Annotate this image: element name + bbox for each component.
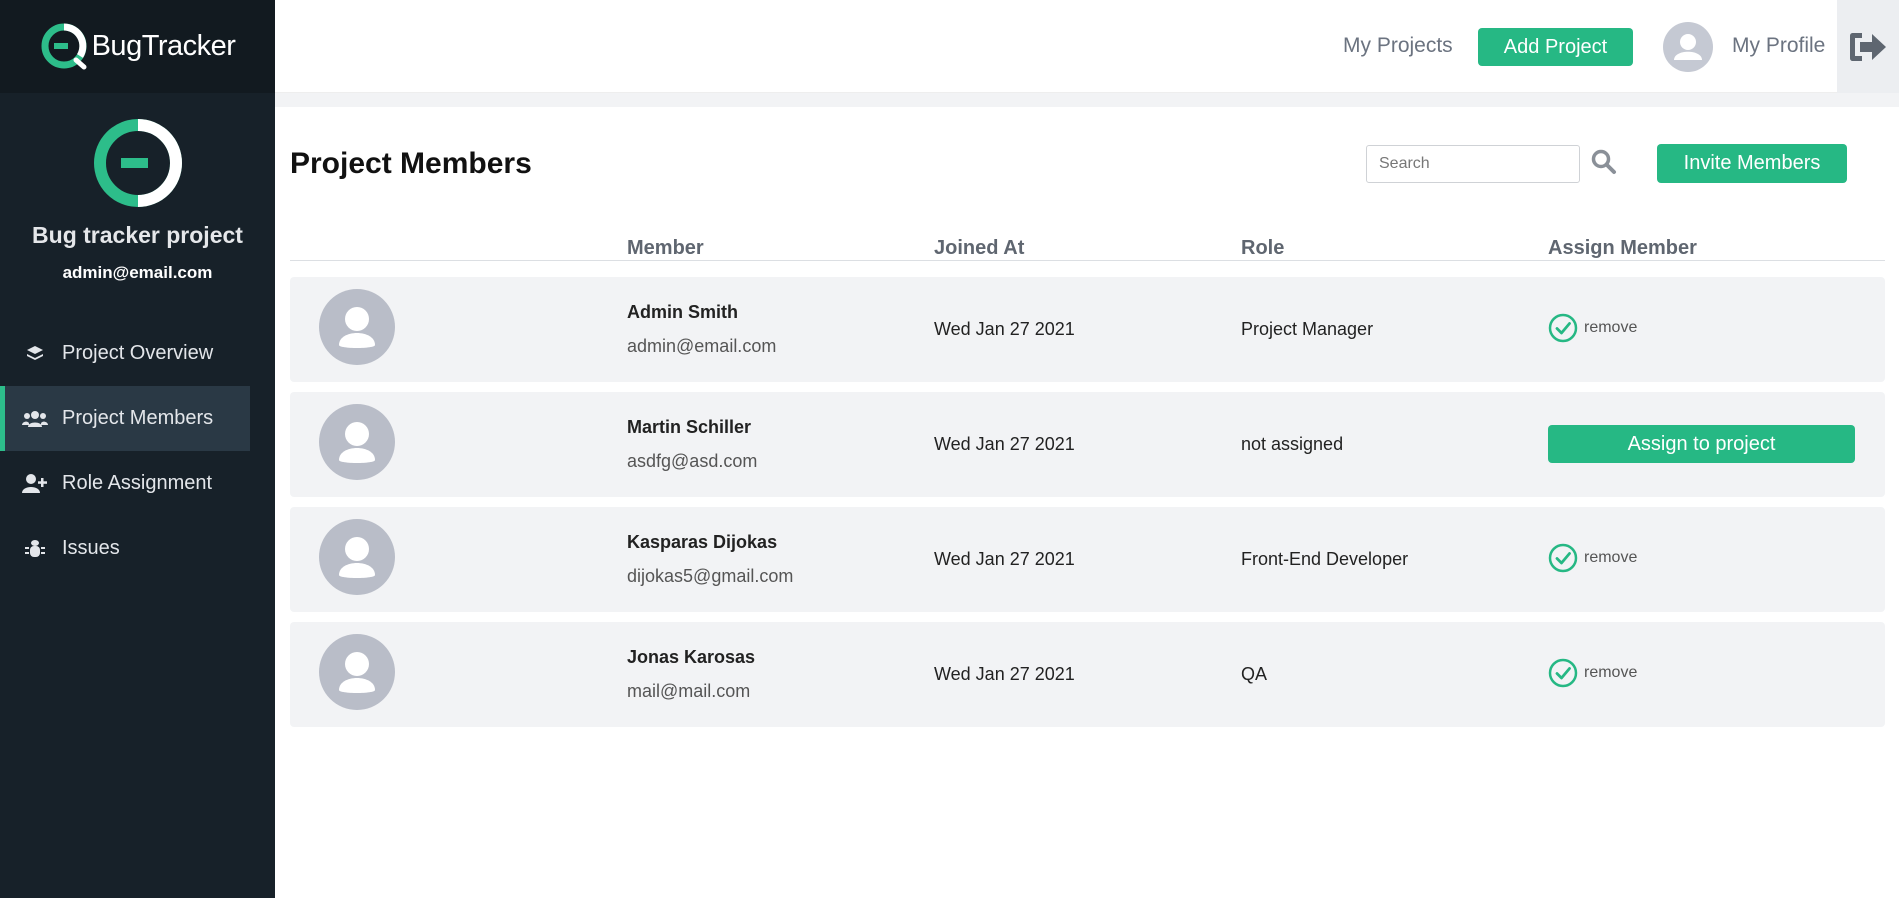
invite-members-button[interactable]: Invite Members xyxy=(1657,144,1847,183)
sidebar-item-label: Issues xyxy=(62,537,120,559)
table-row: Admin Smith admin@email.com Wed Jan 27 2… xyxy=(290,277,1885,382)
table-row: Jonas Karosas mail@mail.com Wed Jan 27 2… xyxy=(290,622,1885,727)
project-name: Bug tracker project xyxy=(32,222,243,248)
project-info: Bug tracker project admin@email.com xyxy=(0,93,275,283)
joined-date: Wed Jan 27 2021 xyxy=(934,549,1075,569)
remove-member-link[interactable]: remove xyxy=(1584,664,1637,682)
avatar xyxy=(319,289,395,365)
check-circle-icon xyxy=(1548,658,1578,688)
header-divider xyxy=(275,93,1899,107)
logout-button[interactable] xyxy=(1837,0,1899,93)
bug-icon xyxy=(22,536,48,562)
user-plus-icon xyxy=(22,471,48,497)
sidebar-item-label: Project Overview xyxy=(62,342,214,364)
sidebar: BugTracker Bug tracker project admin@ema… xyxy=(0,0,275,898)
column-header-role: Role xyxy=(1241,237,1285,259)
joined-date: Wed Jan 27 2021 xyxy=(934,434,1075,454)
column-header-member: Member xyxy=(627,237,704,259)
column-header-joined-at: Joined At xyxy=(934,237,1025,259)
avatar xyxy=(319,634,395,710)
member-name: Admin Smith xyxy=(627,302,738,322)
add-project-button[interactable]: Add Project xyxy=(1478,28,1633,66)
sidebar-item-project-overview[interactable]: Project Overview xyxy=(0,321,250,386)
avatar xyxy=(319,404,395,480)
assign-cell: remove xyxy=(1548,543,1637,573)
project-logo-icon xyxy=(93,119,182,207)
assign-cell: remove xyxy=(1548,313,1637,343)
project-email: admin@email.com xyxy=(62,263,213,282)
user-avatar-icon xyxy=(1674,34,1702,60)
search-icon[interactable] xyxy=(1590,148,1618,176)
user-avatar-icon xyxy=(339,422,375,463)
member-email: dijokas5@gmail.com xyxy=(627,566,794,586)
remove-member-link[interactable]: remove xyxy=(1584,549,1637,567)
sidebar-item-issues[interactable]: Issues xyxy=(0,516,250,581)
member-role: Project Manager xyxy=(1241,319,1374,339)
member-role: not assigned xyxy=(1241,434,1344,454)
app: BugTracker Bug tracker project admin@ema… xyxy=(0,0,1899,898)
member-role: Front-End Developer xyxy=(1241,549,1409,569)
layers-icon xyxy=(22,341,48,367)
bugtracker-logo-icon xyxy=(41,23,87,69)
user-avatar-icon xyxy=(339,307,375,348)
column-header-assign-member: Assign Member xyxy=(1548,237,1697,259)
table-row: Kasparas Dijokas dijokas5@gmail.com Wed … xyxy=(290,507,1885,612)
brand-name: BugTracker xyxy=(91,30,236,62)
brand-bar[interactable]: BugTracker xyxy=(0,0,275,93)
member-email: asdfg@asd.com xyxy=(627,451,758,471)
member-name: Jonas Karosas xyxy=(627,647,756,667)
sidebar-item-label: Role Assignment xyxy=(62,472,213,494)
check-circle-icon xyxy=(1548,313,1578,343)
sidebar-item-label: Project Members xyxy=(62,407,214,429)
brand-logo: BugTracker xyxy=(40,22,236,72)
user-avatar-icon xyxy=(339,537,375,578)
sidebar-item-project-members[interactable]: Project Members xyxy=(0,386,250,451)
logout-icon xyxy=(1850,32,1886,61)
sidebar-nav: Project Overview Project Members Role As… xyxy=(0,321,275,581)
my-projects-link[interactable]: My Projects xyxy=(1343,34,1453,58)
search-input[interactable] xyxy=(1366,145,1580,183)
member-name: Martin Schiller xyxy=(627,417,752,437)
table-row: Martin Schiller asdfg@asd.com Wed Jan 27… xyxy=(290,392,1885,497)
avatar[interactable] xyxy=(1663,22,1713,72)
table-header: Member Joined At Role Assign Member xyxy=(290,237,1885,261)
top-bar: My Projects Add Project My Profile xyxy=(275,0,1899,93)
main-content: Project Members Invite Members Member Jo… xyxy=(275,107,1899,898)
users-icon xyxy=(22,406,48,432)
avatar xyxy=(319,519,395,595)
remove-member-link[interactable]: remove xyxy=(1584,319,1637,337)
member-name: Kasparas Dijokas xyxy=(627,532,778,552)
joined-date: Wed Jan 27 2021 xyxy=(934,319,1075,339)
member-role: QA xyxy=(1241,664,1268,684)
member-email: admin@email.com xyxy=(627,336,777,356)
check-circle-icon xyxy=(1548,543,1578,573)
sidebar-item-role-assignment[interactable]: Role Assignment xyxy=(0,451,250,516)
user-avatar-icon xyxy=(339,652,375,693)
assign-to-project-button[interactable]: Assign to project xyxy=(1548,425,1855,463)
my-profile-link[interactable]: My Profile xyxy=(1732,34,1825,58)
joined-date: Wed Jan 27 2021 xyxy=(934,664,1075,684)
assign-cell: remove xyxy=(1548,658,1637,688)
member-email: mail@mail.com xyxy=(627,681,751,701)
page-title: Project Members xyxy=(290,147,532,180)
